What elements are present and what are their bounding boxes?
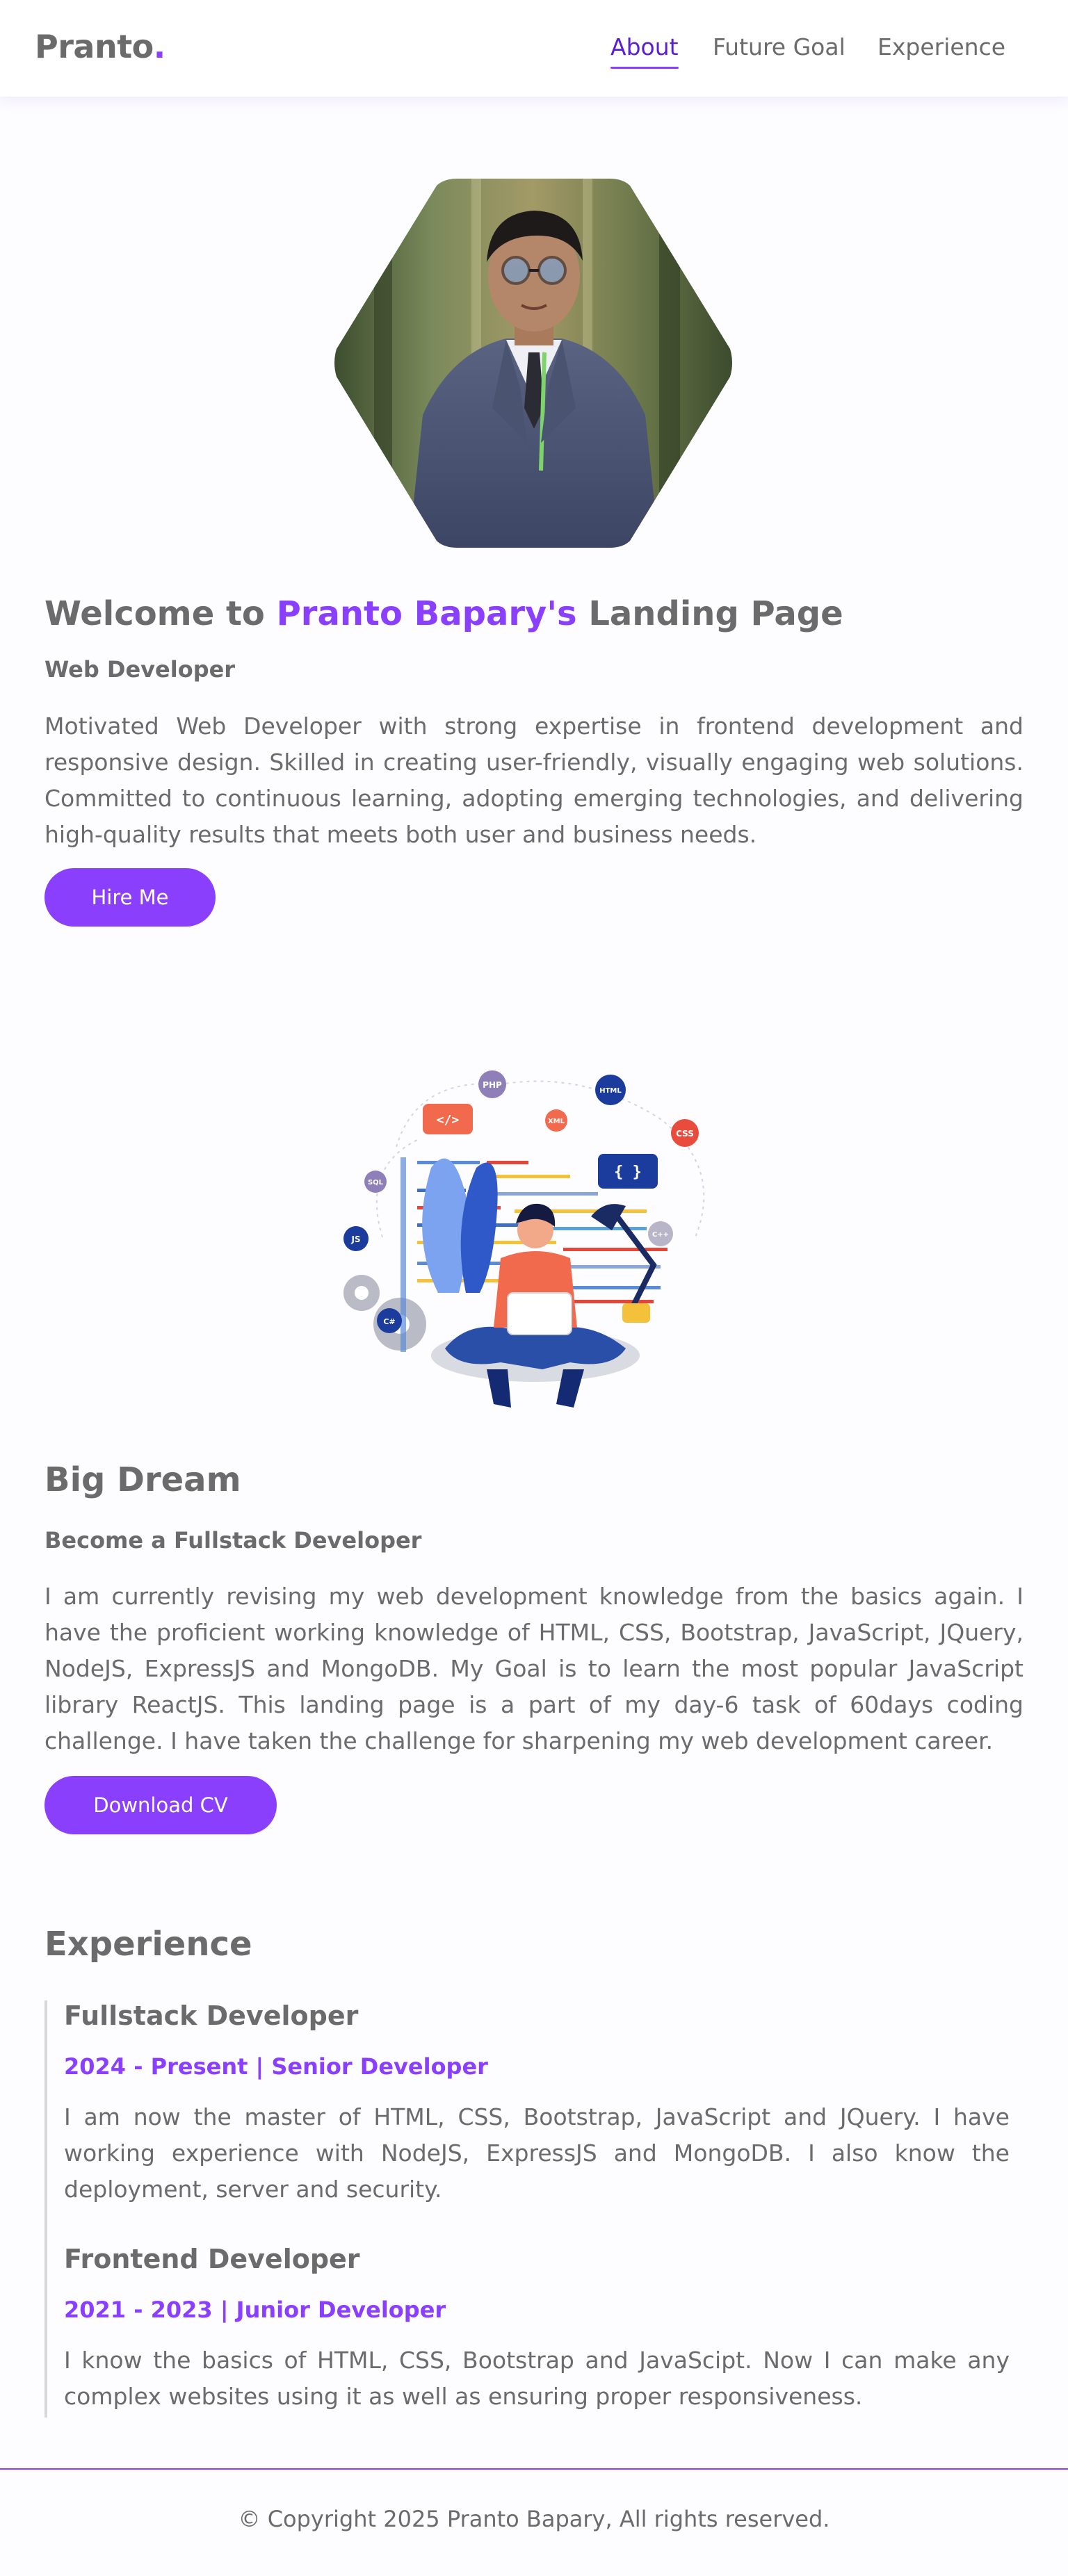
css-badge: CSS <box>671 1119 699 1147</box>
svg-text:C#: C# <box>383 1317 395 1326</box>
php-badge: PHP <box>478 1070 506 1098</box>
hero-bio: Motivated Web Developer with strong expe… <box>44 712 1024 848</box>
hire-me-button[interactable]: Hire Me <box>44 868 216 927</box>
cpp-badge: C++ <box>648 1221 673 1246</box>
footer-divider <box>0 2468 1068 2470</box>
nav-link-about[interactable]: About <box>610 33 679 69</box>
nav-experience-label: Experience <box>877 33 1006 60</box>
hero-heading-suffix: Landing Page <box>588 594 843 633</box>
brand-name: Pranto <box>35 28 154 65</box>
developer-illustration: PHP HTML XML CSS SQL JS C++ C# { } </> <box>343 1070 705 1408</box>
xml-badge: XML <box>545 1109 567 1132</box>
hero-heading: Welcome to Pranto Bapary's Landing Page <box>44 594 843 633</box>
code-tag-badge: </> <box>423 1104 473 1134</box>
experience-timeline: Fullstack Developer 2024 - Present | Sen… <box>44 2000 1024 2418</box>
experience-meta: 2024 - Present | Senior Developer <box>64 2053 488 2080</box>
experience-role: Fullstack Developer <box>64 2000 359 2031</box>
dream-text: I am currently revising my web developme… <box>44 1583 1024 1754</box>
experience-role: Frontend Developer <box>64 2244 360 2274</box>
svg-text:JS: JS <box>350 1234 360 1244</box>
brand-logo[interactable]: Pranto. <box>35 28 165 65</box>
dream-subtitle: Become a Fullstack Developer <box>44 1527 422 1554</box>
footer-copyright: © Copyright 2025 Pranto Bapary, All righ… <box>238 2506 830 2532</box>
navbar: Pranto. About Future Goal Experience <box>0 0 1068 97</box>
nav-future-goal-label: Future Goal <box>713 33 846 60</box>
svg-text:</>: </> <box>437 1113 460 1127</box>
experience-meta: 2021 - 2023 | Junior Developer <box>64 2297 446 2323</box>
brand-dot: . <box>153 28 165 65</box>
svg-text:SQL: SQL <box>368 1179 384 1187</box>
download-cv-button[interactable]: Download CV <box>44 1776 277 1834</box>
svg-text:C++: C++ <box>652 1231 669 1239</box>
csharp-badge: C# <box>377 1308 402 1333</box>
braces-badge: { } <box>598 1154 658 1189</box>
dream-title: Big Dream <box>44 1460 241 1499</box>
html-badge: HTML <box>595 1075 626 1105</box>
profile-photo <box>334 179 732 548</box>
svg-text:HTML: HTML <box>599 1087 622 1095</box>
svg-text:XML: XML <box>548 1118 565 1125</box>
hero-heading-prefix: Welcome to <box>44 594 265 633</box>
svg-text:PHP: PHP <box>483 1080 502 1090</box>
sql-badge: SQL <box>364 1171 387 1193</box>
nav-about-label: About <box>610 33 679 60</box>
js-badge: JS <box>343 1226 369 1251</box>
nav-link-future-goal[interactable]: Future Goal <box>713 33 846 60</box>
nav-active-underline <box>610 67 679 69</box>
nav-link-experience[interactable]: Experience <box>877 33 1005 60</box>
hero-role: Web Developer <box>44 656 236 683</box>
experience-title: Experience <box>44 1925 252 1964</box>
svg-text:{ }: { } <box>614 1164 642 1181</box>
experience-desc: I know the basics of HTML, CSS, Bootstra… <box>64 2347 1010 2410</box>
svg-text:CSS: CSS <box>676 1129 694 1139</box>
experience-desc: I am now the master of HTML, CSS, Bootst… <box>64 2103 1010 2203</box>
hero-heading-name: Pranto Bapary's <box>276 594 577 633</box>
